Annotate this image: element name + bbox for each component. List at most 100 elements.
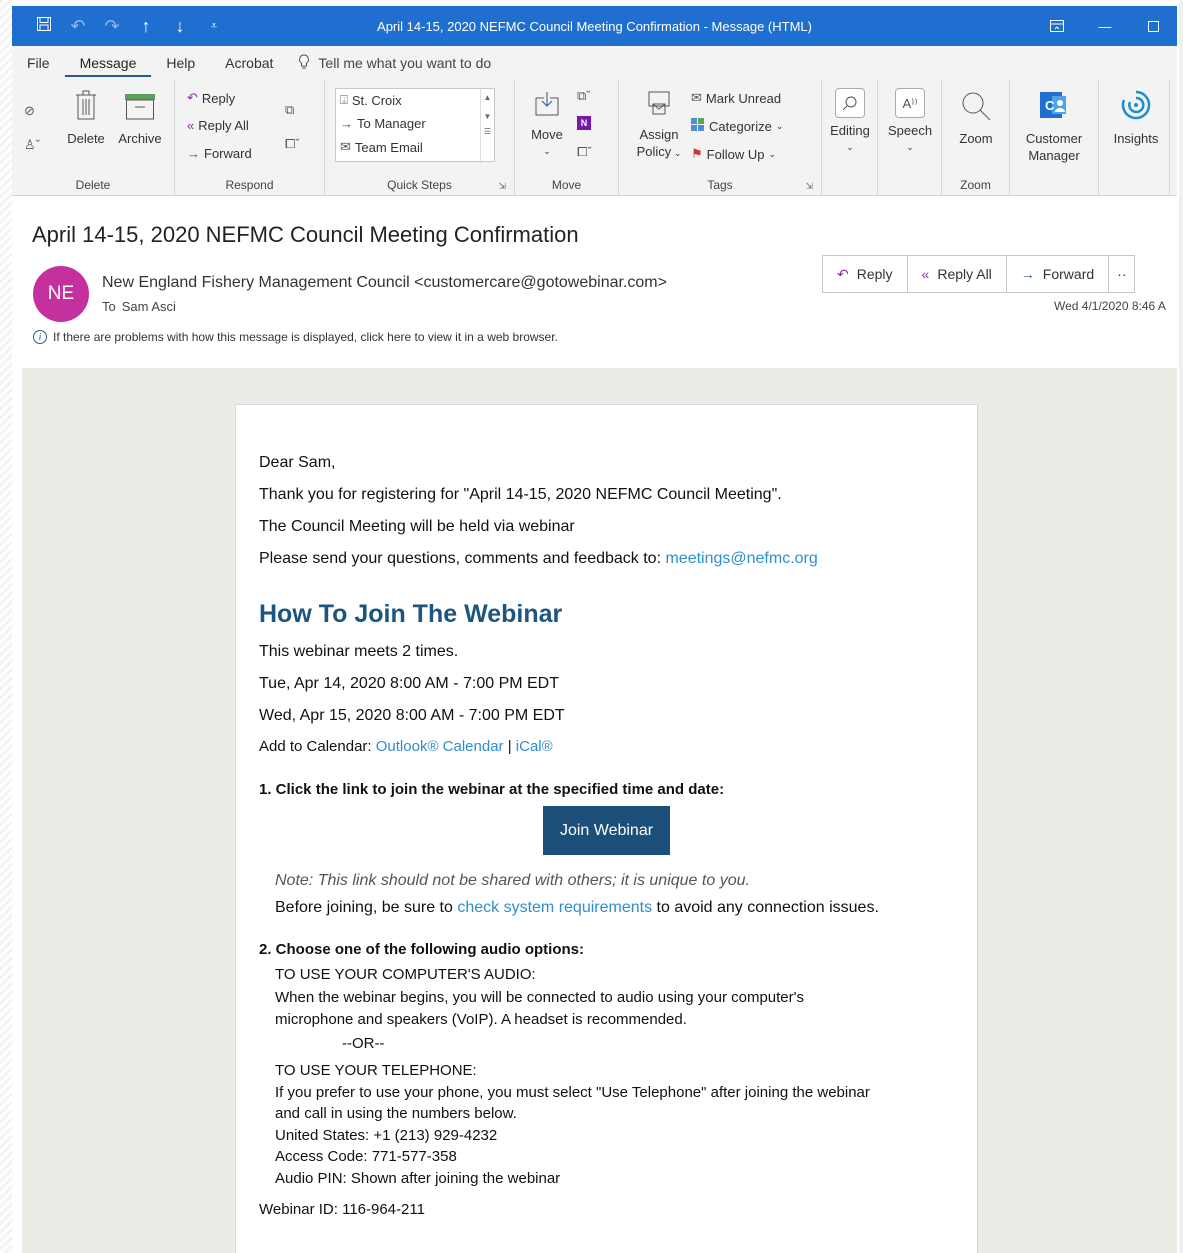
session-date-1: Tue, Apr 14, 2020 8:00 AM - 7:00 PM EDT bbox=[259, 675, 560, 692]
quick-steps-scroll[interactable]: ▲ ▼ ☰ bbox=[480, 89, 494, 163]
recipient-name[interactable]: Sam Asci bbox=[122, 299, 176, 314]
search-icon bbox=[835, 88, 865, 118]
policy-label: Policy bbox=[636, 144, 672, 159]
rules-button[interactable]: ⧉ˇ bbox=[577, 88, 591, 104]
computer-audio-line-2: microphone and speakers (VoIP). A headse… bbox=[275, 1011, 687, 1028]
requirements-suffix: to avoid any connection issues. bbox=[652, 899, 879, 916]
reply-button[interactable]: ↶ Reply bbox=[822, 255, 908, 293]
junk-button[interactable]: ♙ˇ bbox=[24, 136, 40, 153]
assign-policy-button[interactable]: Assign Policy ⌄ bbox=[629, 90, 689, 162]
reply-ribbon-button[interactable]: ↶ Reply bbox=[187, 90, 235, 106]
move-button[interactable]: Move ⌄ bbox=[525, 90, 569, 160]
audio-pin: Audio PIN: Shown after joining the webin… bbox=[275, 1170, 561, 1187]
respond-group: ↶ Reply «Reply All → Forward ⧉ ⧠ˇ Respond bbox=[175, 80, 325, 196]
insights-icon bbox=[1109, 88, 1163, 126]
message-subject: April 14-15, 2020 NEFMC Council Meeting … bbox=[32, 222, 579, 247]
insights-group: Insights bbox=[1098, 80, 1170, 196]
quick-step-st-croix[interactable]: ⍗ St. Croix bbox=[340, 92, 402, 108]
step-2: 2. Choose one of the following audio opt… bbox=[259, 941, 584, 958]
tab-file[interactable]: File bbox=[12, 55, 65, 71]
system-requirements-link[interactable]: check system requirements bbox=[457, 899, 652, 916]
forward-button[interactable]: → Forward bbox=[1005, 255, 1110, 293]
junk-icon: ♙ˇ bbox=[24, 137, 40, 152]
previous-item-icon[interactable]: ↑ bbox=[136, 16, 156, 37]
insights-button[interactable]: Insights bbox=[1109, 88, 1163, 147]
save-icon[interactable] bbox=[34, 16, 54, 37]
outlook-calendar-link[interactable]: Outlook® Calendar bbox=[376, 738, 504, 755]
mark-unread-icon: ✉ bbox=[691, 90, 702, 105]
access-code: Access Code: 771-577-358 bbox=[275, 1148, 457, 1165]
move-group-label: Move bbox=[551, 178, 582, 192]
read-aloud-icon: A⁾⁾ bbox=[895, 88, 925, 118]
tab-message[interactable]: Message bbox=[64, 55, 152, 77]
categorize-button[interactable]: Categorize ⌄ bbox=[691, 118, 783, 135]
more-actions-button[interactable]: ·· bbox=[1108, 255, 1136, 293]
onenote-button[interactable]: N bbox=[577, 116, 591, 130]
svg-text:C: C bbox=[1045, 98, 1055, 113]
join-heading: How To Join The Webinar bbox=[259, 600, 563, 628]
maximize-icon[interactable] bbox=[1129, 6, 1177, 46]
email-card: Dear Sam, Thank you for registering for … bbox=[235, 404, 978, 1253]
greeting: Dear Sam, bbox=[259, 454, 336, 471]
email-link[interactable]: meetings@nefmc.org bbox=[665, 550, 817, 567]
dialog-launcher-icon[interactable]: ⇲ bbox=[805, 181, 813, 192]
undo-icon[interactable]: ↶ bbox=[68, 16, 88, 37]
calendar-line: Add to Calendar: Outlook® Calendar | iCa… bbox=[259, 738, 553, 755]
tell-me-label: Tell me what you want to do bbox=[318, 55, 492, 71]
next-item-icon[interactable]: ↓ bbox=[170, 16, 190, 37]
minimize-icon[interactable]: — bbox=[1081, 6, 1129, 46]
archive-button[interactable]: Archive bbox=[112, 90, 168, 147]
tags-group: Assign Policy ⌄ ✉ Mark Unread Categorize ⌄… bbox=[619, 80, 822, 196]
more-respond-button[interactable]: ⧠ˇ bbox=[285, 136, 300, 152]
ribbon-display-icon[interactable] bbox=[1033, 6, 1081, 46]
reply-icon: ↶ bbox=[187, 90, 198, 105]
ribbon: ⊘ ♙ˇ Delete Archive Delete ↶ Reply «Reply… bbox=[12, 80, 1177, 196]
link-note: Note: This link should not be shared wit… bbox=[275, 872, 750, 889]
customer-manager-button[interactable]: C Customer Manager bbox=[1020, 88, 1088, 164]
customer-label: Customer bbox=[1025, 131, 1083, 146]
reply-all-ribbon-button[interactable]: «Reply All bbox=[187, 118, 249, 133]
move-icon bbox=[525, 90, 569, 122]
speech-button[interactable]: A⁾⁾ Speech ⌄ bbox=[886, 88, 934, 156]
join-webinar-button[interactable]: Join Webinar bbox=[543, 806, 670, 855]
archive-label: Archive bbox=[118, 131, 162, 146]
meets-text: This webinar meets 2 times. bbox=[259, 643, 459, 660]
mark-unread-button[interactable]: ✉ Mark Unread bbox=[691, 90, 781, 106]
quick-steps-group-label: Quick Steps bbox=[387, 178, 452, 192]
quick-step-team-email[interactable]: ✉ Team Email bbox=[340, 139, 423, 155]
assign-label: Assign bbox=[639, 127, 679, 142]
dialog-launcher-icon[interactable]: ⇲ bbox=[498, 181, 506, 192]
ical-link[interactable]: iCal® bbox=[516, 738, 553, 755]
tab-acrobat[interactable]: Acrobat bbox=[210, 55, 288, 71]
sender-name[interactable]: New England Fishery Management Council <… bbox=[102, 274, 667, 292]
tab-help[interactable]: Help bbox=[151, 55, 210, 71]
tell-me-search[interactable]: Tell me what you want to do bbox=[288, 53, 492, 73]
move-group: Move ⌄ ⧉ˇ N ⧠ˇ Move bbox=[515, 80, 619, 196]
display-problem-text: If there are problems with how this mess… bbox=[53, 330, 558, 344]
meeting-reply-button[interactable]: ⧉ bbox=[285, 102, 294, 118]
redo-icon[interactable]: ↷ bbox=[102, 16, 122, 37]
quick-steps-gallery[interactable]: ⍗ St. Croix → To Manager ✉ Team Email ▲ ▼ ☰ bbox=[335, 88, 495, 163]
lightbulb-icon bbox=[298, 53, 310, 73]
forward-ribbon-button[interactable]: → Forward bbox=[187, 146, 252, 161]
calendar-separator: | bbox=[503, 738, 516, 755]
editing-label: Editing bbox=[830, 123, 870, 138]
customer-manager-icon: C bbox=[1020, 88, 1088, 126]
envelope-icon: ✉ bbox=[340, 139, 351, 154]
delete-button[interactable]: Delete bbox=[64, 90, 108, 147]
zoom-label: Zoom bbox=[959, 131, 993, 146]
reply-all-icon: « bbox=[187, 118, 195, 133]
editing-button[interactable]: Editing ⌄ bbox=[826, 88, 874, 156]
follow-up-button[interactable]: ⚑ Follow Up ⌄ bbox=[691, 146, 776, 162]
zoom-button[interactable]: Zoom bbox=[952, 90, 1000, 147]
customize-toolbar-icon[interactable]: ⩡ bbox=[204, 20, 224, 33]
delete-group: ⊘ ♙ˇ Delete Archive Delete bbox=[12, 80, 175, 196]
ignore-button[interactable]: ⊘ bbox=[24, 102, 35, 119]
speech-label: Speech bbox=[887, 123, 933, 138]
display-problem-bar[interactable]: i If there are problems with how this mes… bbox=[33, 330, 558, 344]
actions-button[interactable]: ⧠ˇ bbox=[577, 144, 592, 160]
quick-step-to-manager[interactable]: → To Manager bbox=[340, 116, 426, 131]
reply-all-button[interactable]: « Reply All bbox=[906, 255, 1007, 293]
quick-step-label: Team Email bbox=[354, 139, 423, 155]
scrollbar-track[interactable] bbox=[1179, 0, 1183, 1253]
